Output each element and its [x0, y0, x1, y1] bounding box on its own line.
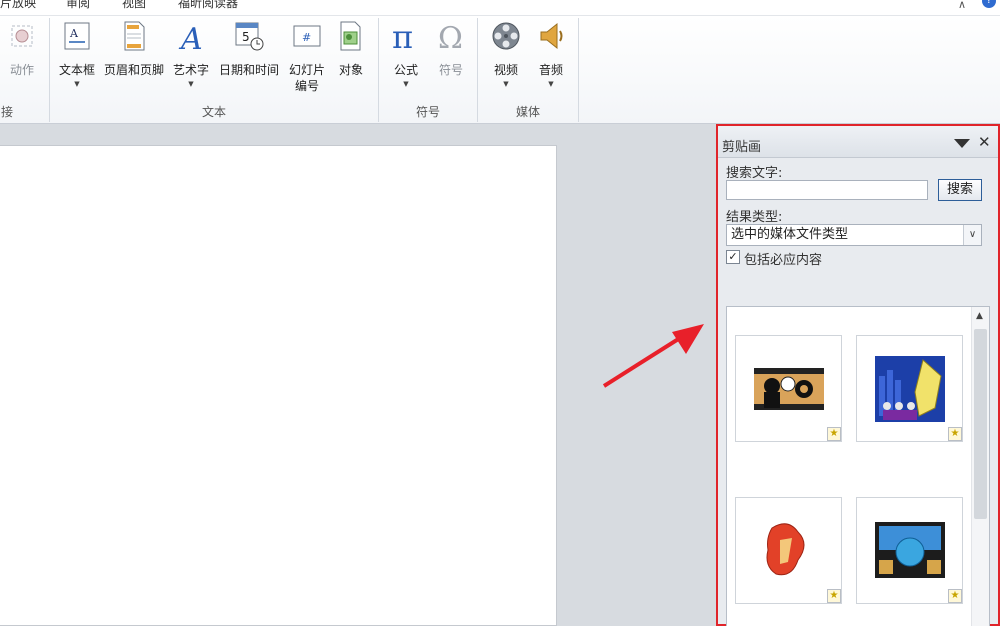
wordart-button[interactable]: A 艺术字 ▼ [169, 20, 213, 88]
header-footer-icon [124, 21, 145, 51]
textbox-button[interactable]: A 文本框 ▼ [54, 20, 100, 88]
slide-number-icon: # [293, 25, 321, 47]
search-input[interactable] [726, 180, 928, 200]
pane-header: 剪贴画 ✕ [718, 126, 998, 158]
object-label: 对象 [338, 63, 363, 77]
slide-number-label-2: 编号 [294, 79, 319, 93]
action-label: 动作 [9, 63, 34, 77]
result-type-label: 结果类型: [726, 210, 783, 225]
chevron-down-icon: ▼ [74, 80, 80, 88]
action-icon [11, 25, 33, 47]
datetime-label: 日期和时间 [218, 63, 279, 77]
search-label: 搜索文字: [726, 166, 783, 181]
symbol-button[interactable]: Ω 符号 [430, 20, 472, 78]
clip-art-pane: 剪贴画 ✕ 搜索文字: 搜索 结果类型: 选中的媒体文件类型 ∨ ✓ 包括必应内… [716, 124, 1000, 626]
tab-foxit-reader[interactable]: 福昕阅读器 [178, 0, 238, 11]
red-arrow-annotation [602, 324, 704, 388]
result-type-select[interactable]: 选中的媒体文件类型 ∨ [726, 224, 982, 246]
search-button[interactable]: 搜索 [938, 179, 982, 201]
wordart-label: 艺术字 [172, 63, 209, 77]
slide-number-button[interactable]: # 幻灯片 编号 [285, 20, 329, 94]
video-button[interactable]: 视频 ▼ [485, 20, 527, 88]
action-button[interactable]: 动作 [0, 20, 44, 78]
wordart-icon: A [178, 22, 203, 52]
chevron-down-icon: ▼ [403, 80, 409, 88]
clip-thumbnail[interactable]: ★ [735, 335, 842, 442]
tab-view[interactable]: 视图 [122, 0, 146, 11]
chevron-down-icon: ▼ [503, 80, 509, 88]
clip-results-list: ★ ★ ★ ★ ▲ [726, 306, 990, 626]
calendar-clock-icon: 5 [235, 22, 264, 51]
svg-text:A: A [178, 22, 203, 52]
chevron-down-icon[interactable]: ∨ [963, 225, 981, 245]
ribbon-collapse-icon[interactable]: ∧ [958, 0, 966, 11]
svg-text:Ω: Ω [438, 21, 463, 52]
include-office-label: 包括必应内容 [744, 253, 823, 268]
symbol-label: 符号 [438, 63, 463, 77]
ribbon-tab-strip: 片放映 审阅 视图 福昕阅读器 ∧ ? [0, 0, 1000, 16]
slide-number-label-1: 幻灯片 [288, 63, 325, 77]
svg-text:#: # [302, 31, 311, 44]
pi-icon: π [392, 20, 413, 52]
help-icon[interactable]: ? [982, 0, 996, 8]
group-divider [578, 18, 579, 122]
close-icon[interactable]: ✕ [978, 133, 991, 151]
star-icon[interactable]: ★ [827, 589, 841, 603]
textbox-icon: A [64, 22, 90, 50]
svg-text:5: 5 [242, 30, 250, 44]
chevron-down-icon: ▼ [188, 80, 194, 88]
header-footer-button[interactable]: 页眉和页脚 [101, 20, 167, 78]
group-label-symbols: 符号 [415, 105, 440, 119]
datetime-button[interactable]: 5 日期和时间 [215, 20, 283, 78]
tab-review[interactable]: 审阅 [66, 0, 90, 11]
pane-title: 剪贴画 [722, 140, 762, 155]
textbox-label: 文本框 [58, 63, 95, 77]
audio-button[interactable]: 音频 ▼ [530, 20, 572, 88]
clip-thumbnail[interactable]: ★ [735, 497, 842, 604]
pane-menu-icon[interactable] [954, 139, 970, 148]
omega-icon: Ω [438, 21, 463, 52]
audio-label: 音频 [538, 63, 563, 77]
tab-slideshow[interactable]: 片放映 [0, 0, 36, 11]
object-icon [340, 21, 361, 51]
group-label-media: 媒体 [515, 105, 540, 119]
star-icon[interactable]: ★ [948, 427, 962, 441]
svg-text:A: A [69, 27, 79, 40]
results-scrollbar[interactable]: ▲ [971, 307, 989, 626]
chevron-down-icon: ▼ [548, 80, 554, 88]
group-label-text: 文本 [201, 105, 226, 119]
scroll-up-icon[interactable]: ▲ [976, 311, 983, 321]
result-type-value: 选中的媒体文件类型 [731, 227, 849, 242]
header-footer-label: 页眉和页脚 [103, 63, 164, 77]
star-icon[interactable]: ★ [827, 427, 841, 441]
ribbon: 动作 接 A 文本框 ▼ 页眉和页脚 A 艺术字 ▼ 5 日期和时间 # 幻灯片… [0, 16, 1000, 124]
clip-thumbnail[interactable]: ★ [856, 335, 963, 442]
equation-button[interactable]: π 公式 ▼ [385, 20, 427, 88]
scrollbar-thumb[interactable] [974, 329, 987, 519]
video-label: 视频 [493, 63, 518, 77]
clip-thumbnail[interactable]: ★ [856, 497, 963, 604]
object-button[interactable]: 对象 [331, 20, 371, 78]
star-icon[interactable]: ★ [948, 589, 962, 603]
svg-text:π: π [392, 20, 413, 52]
equation-label: 公式 [393, 63, 418, 77]
group-label-links: 接 [0, 105, 13, 119]
include-office-checkbox[interactable]: ✓ [726, 250, 740, 264]
speaker-icon [540, 22, 563, 50]
film-reel-icon [492, 22, 520, 50]
slide-canvas[interactable] [0, 145, 557, 626]
